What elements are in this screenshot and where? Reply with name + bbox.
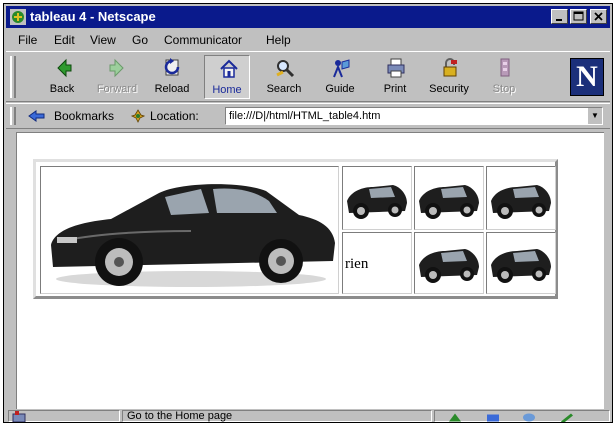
status-tray (434, 410, 610, 422)
menu-communicator[interactable]: Communicator (164, 33, 242, 47)
car-image-large (51, 184, 335, 287)
navigation-toolbar: Back Forward Reload Home Search Guide Pr… (6, 51, 610, 102)
menu-view[interactable]: View (90, 33, 116, 47)
car-thumbnail-5 (491, 249, 551, 283)
title-bar[interactable]: tableau 4 - Netscape (6, 6, 610, 28)
security-button[interactable]: Security (426, 55, 472, 99)
maximize-icon (573, 11, 584, 21)
status-message-field: Go to the Home page (122, 410, 432, 422)
composer-tray-icon[interactable] (559, 411, 575, 423)
forward-button[interactable]: Forward (94, 55, 140, 99)
search-button[interactable]: Search (261, 55, 307, 99)
url-dropdown-button[interactable]: ▼ (587, 108, 602, 124)
location-toolbar-grip[interactable] (10, 107, 16, 125)
menu-help[interactable]: Help (266, 33, 291, 47)
url-input[interactable]: file:///D|/html/HTML_table4.htm ▼ (225, 107, 603, 125)
table-cell-car-2 (414, 166, 484, 230)
table-cell-car-1 (342, 166, 412, 230)
guide-button[interactable]: Guide (317, 55, 363, 99)
netscape-app-icon[interactable] (10, 9, 26, 25)
location-label: Location: (150, 109, 199, 123)
table-cell-car-3 (486, 166, 556, 230)
location-icon[interactable] (131, 109, 145, 123)
home-button[interactable]: Home (204, 55, 250, 99)
back-arrow-icon (57, 58, 72, 78)
chevron-down-icon: ▼ (591, 111, 599, 120)
home-icon (220, 59, 238, 78)
maximize-button[interactable] (570, 9, 587, 24)
table-cell-text: rien (342, 232, 412, 294)
menu-file[interactable]: File (18, 33, 37, 47)
search-icon (276, 60, 295, 78)
netscape-logo[interactable]: N (570, 58, 604, 96)
page-content: rien (16, 132, 604, 409)
car-thumbnail-2 (419, 185, 479, 219)
menu-bar: File Edit View Go Communicator Help (6, 30, 610, 50)
close-icon (594, 12, 603, 21)
forward-arrow-icon (109, 58, 124, 78)
status-text: Go to the Home page (127, 410, 233, 422)
cell-text-rien: rien (345, 256, 369, 272)
mail-tray-icon[interactable] (485, 411, 501, 423)
stop-icon (500, 58, 510, 77)
browser-window: tableau 4 - Netscape File Edit View Go C… (3, 3, 613, 423)
status-connection-field (8, 410, 120, 422)
security-lock-icon (443, 58, 457, 77)
reload-button[interactable]: Reload (149, 55, 195, 99)
print-icon (387, 58, 405, 78)
table-cell-car-5 (486, 232, 556, 294)
minimize-button[interactable] (551, 9, 568, 24)
window-title: tableau 4 - Netscape (30, 9, 156, 24)
menu-edit[interactable]: Edit (54, 33, 75, 47)
url-text: file:///D|/html/HTML_table4.htm (229, 110, 381, 122)
stop-button[interactable]: Stop (481, 55, 527, 99)
minimize-icon (556, 19, 562, 21)
html-table: rien (33, 159, 558, 299)
bookmarks-icon[interactable] (28, 109, 46, 123)
toolbar-grip[interactable] (10, 56, 16, 98)
car-thumbnail-4 (419, 249, 479, 283)
car-thumbnail-3 (491, 185, 551, 219)
close-button[interactable] (590, 9, 607, 24)
print-button[interactable]: Print (372, 55, 418, 99)
navigator-tray-icon[interactable] (447, 411, 463, 423)
table-cell-car-4 (414, 232, 484, 294)
bookmarks-label[interactable]: Bookmarks (54, 109, 114, 123)
connection-icon[interactable] (12, 411, 26, 423)
menu-go[interactable]: Go (132, 33, 148, 47)
guide-icon (333, 59, 350, 78)
car-thumbnail-1 (347, 185, 407, 219)
status-bar: Go to the Home page (6, 409, 610, 422)
reload-icon (164, 58, 180, 76)
location-toolbar: Bookmarks Location: file:///D|/html/HTML… (6, 103, 610, 129)
back-button[interactable]: Back (39, 55, 85, 99)
discussion-tray-icon[interactable] (521, 411, 537, 423)
table-cell-large-car (40, 166, 339, 294)
